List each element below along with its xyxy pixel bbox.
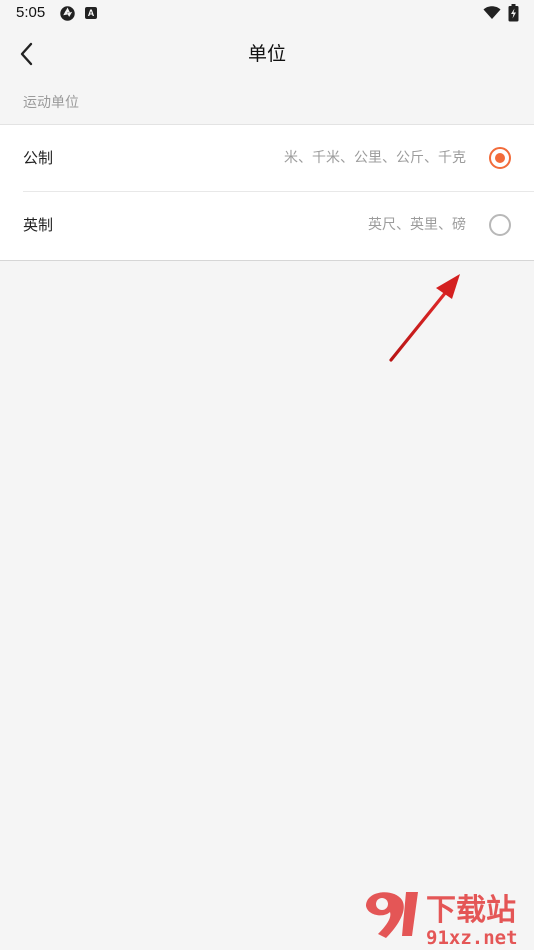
page-title: 单位: [247, 43, 286, 65]
units-options-list: 公制 米、千米、公里、公斤、千克 英制 英尺、英里、磅: [0, 124, 534, 261]
status-bar: 5:05 A: [0, 0, 534, 28]
watermark-logo: 下载站 91xz.net: [366, 892, 518, 949]
chevron-left-icon: [20, 42, 33, 66]
status-time: 5:05: [16, 4, 46, 21]
option-metric[interactable]: 公制 米、千米、公里、公斤、千克: [0, 125, 534, 192]
back-button[interactable]: [10, 38, 44, 70]
watermark-brand-text: 下载站: [426, 893, 516, 928]
option-imperial[interactable]: 英制 英尺、英里、磅: [0, 192, 534, 259]
option-metric-name: 公制: [23, 149, 54, 167]
a-square-icon: A: [85, 7, 97, 19]
annotation-arrow-icon: [389, 274, 460, 362]
option-imperial-name: 英制: [23, 216, 54, 234]
wifi-icon: [483, 6, 501, 19]
imperial-radio-unselected-icon[interactable]: [489, 214, 511, 236]
battery-charging-icon: [508, 4, 519, 22]
aperture-icon: [60, 6, 75, 21]
top-bar: 单位: [0, 28, 534, 80]
section-label: 运动单位: [23, 95, 79, 111]
watermark-domain-text: 91xz.net: [426, 927, 518, 949]
metric-radio-selected-icon[interactable]: [489, 147, 511, 169]
option-metric-description: 米、千米、公里、公斤、千克: [284, 150, 466, 166]
option-imperial-description: 英尺、英里、磅: [368, 217, 466, 233]
